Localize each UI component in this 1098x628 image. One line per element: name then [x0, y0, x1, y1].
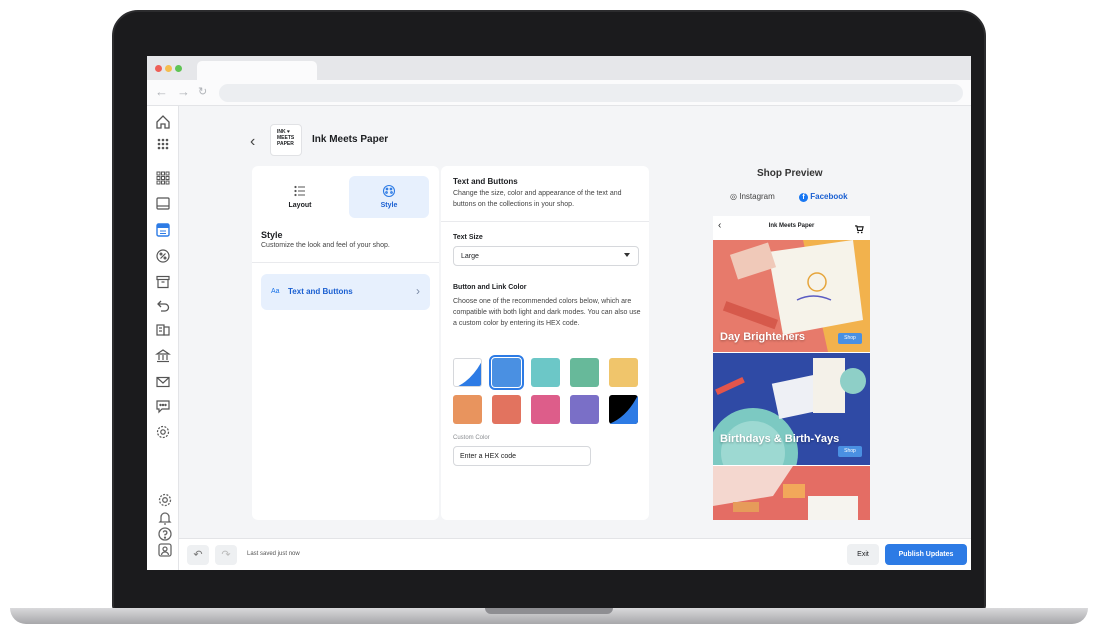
- tab-facebook-label: Facebook: [810, 192, 848, 201]
- instagram-icon: ◎: [730, 192, 737, 201]
- chevron-right-icon: ›: [416, 284, 420, 298]
- color-swatch[interactable]: [531, 395, 560, 424]
- cart-icon[interactable]: [855, 221, 864, 239]
- redo-button[interactable]: ↷: [215, 545, 237, 565]
- button-link-color-title: Button and Link Color: [453, 284, 527, 291]
- color-swatch[interactable]: [453, 358, 482, 387]
- profile-icon[interactable]: [157, 542, 172, 557]
- bell-icon[interactable]: [157, 510, 172, 525]
- text-size-select[interactable]: Large: [453, 246, 639, 266]
- settings-title: Text and Buttons: [453, 177, 518, 186]
- shop-name: Ink Meets Paper: [312, 134, 389, 145]
- bottom-bar: ↶ ↷ Last saved just now Exit Publish Upd…: [179, 538, 971, 570]
- return-icon[interactable]: [155, 298, 171, 314]
- forward-arrow-icon[interactable]: →: [177, 84, 190, 99]
- settings-description: Change the size, color and appearance of…: [453, 190, 622, 208]
- home-icon[interactable]: [155, 114, 171, 130]
- style-subtitle: Customize the look and feel of your shop…: [261, 242, 390, 249]
- tab-facebook[interactable]: f Facebook: [799, 192, 848, 202]
- hex-code-input[interactable]: Enter a HEX code: [453, 446, 591, 466]
- shop-button[interactable]: Shop: [838, 333, 862, 344]
- shop-button[interactable]: Shop: [838, 446, 862, 457]
- color-swatch[interactable]: [492, 395, 521, 424]
- tab-instagram-label: Instagram: [739, 192, 775, 201]
- color-swatch[interactable]: [453, 395, 482, 424]
- palette-icon: [382, 184, 396, 198]
- color-swatch[interactable]: [609, 395, 638, 424]
- help-icon[interactable]: [157, 526, 172, 541]
- tab-style-label: Style: [380, 202, 398, 209]
- tab-layout[interactable]: Layout: [260, 176, 340, 218]
- collection-tile[interactable]: [713, 466, 870, 520]
- layout-list-icon: [293, 184, 307, 198]
- documents-icon[interactable]: [155, 322, 171, 338]
- mail-icon[interactable]: [155, 374, 171, 390]
- tab-instagram[interactable]: ◎ Instagram: [730, 192, 775, 201]
- tab-style[interactable]: Style: [349, 176, 429, 218]
- color-swatch[interactable]: [531, 358, 560, 387]
- style-title: Style: [261, 230, 283, 240]
- settings-gear-icon[interactable]: [155, 424, 171, 440]
- text-and-buttons-item[interactable]: Aa Text and Buttons ›: [261, 274, 430, 310]
- style-panel: Layout Style Style Customize the look an…: [252, 166, 439, 520]
- browser-tab[interactable]: [197, 61, 317, 80]
- text-format-icon: Aa: [271, 288, 280, 295]
- zoom-window-button[interactable]: [175, 65, 182, 72]
- button-link-color-description: Choose one of the recommended colors bel…: [453, 298, 641, 327]
- back-arrow-icon[interactable]: ←: [155, 84, 168, 99]
- reload-icon[interactable]: ↻: [198, 85, 207, 98]
- color-swatch[interactable]: [609, 358, 638, 387]
- phone-title: Ink Meets Paper: [768, 223, 815, 229]
- shop-calendar-icon[interactable]: [155, 222, 171, 238]
- divider: [252, 262, 439, 263]
- phone-header: ‹ Ink Meets Paper: [713, 216, 870, 238]
- left-rail: [147, 106, 179, 570]
- laptop-notch: [485, 608, 613, 614]
- small-gear-icon[interactable]: [157, 492, 172, 507]
- collection-tile[interactable]: Day Brighteners Shop: [713, 240, 870, 352]
- text-buttons-settings: Text and Buttons Change the size, color …: [441, 166, 649, 520]
- caret-down-icon: [624, 253, 630, 257]
- layout-grid-icon[interactable]: [155, 170, 171, 186]
- tab-layout-label: Layout: [288, 202, 312, 209]
- back-chevron-icon[interactable]: ‹: [250, 133, 255, 151]
- color-swatch-selected[interactable]: [489, 355, 524, 390]
- monitor-icon[interactable]: [155, 196, 171, 212]
- facebook-icon: f: [799, 193, 808, 202]
- undo-button[interactable]: ↶: [187, 545, 209, 565]
- collection-title: Day Brighteners: [720, 331, 805, 343]
- browser-titlebar: [147, 56, 971, 80]
- shop-preview-title: Shop Preview: [757, 168, 823, 179]
- bank-icon[interactable]: [155, 348, 171, 364]
- close-window-button[interactable]: [155, 65, 162, 72]
- color-swatch[interactable]: [570, 358, 599, 387]
- text-and-buttons-label: Text and Buttons: [288, 287, 353, 296]
- custom-color-label: Custom Color: [453, 435, 490, 441]
- text-size-label: Text Size: [453, 234, 483, 241]
- collection-tile[interactable]: Birthdays & Birth-Yays Shop: [713, 353, 870, 498]
- browser-toolbar: ← → ↻: [147, 80, 971, 106]
- discount-icon[interactable]: [155, 248, 171, 264]
- collection-title: Birthdays & Birth-Yays: [720, 433, 840, 445]
- apps-grid-icon[interactable]: [155, 136, 171, 152]
- shop-logo: INK ♥ MEETS PAPER: [270, 124, 302, 156]
- publish-updates-button[interactable]: Publish Updates: [885, 544, 967, 565]
- archive-icon[interactable]: [155, 274, 171, 290]
- divider: [441, 221, 649, 222]
- color-swatch[interactable]: [570, 395, 599, 424]
- screen: ← → ↻ ‹ INK ♥ MEETS PAPER Ink Meets Pape…: [147, 56, 971, 570]
- text-size-value: Large: [461, 253, 479, 260]
- save-status: Last saved just now: [247, 551, 300, 557]
- chat-icon[interactable]: [155, 398, 171, 414]
- minimize-window-button[interactable]: [165, 65, 172, 72]
- phone-preview: ‹ Ink Meets Paper Day Brighteners Shop B…: [713, 216, 870, 520]
- collection-photo: [713, 466, 870, 520]
- exit-button[interactable]: Exit: [847, 544, 879, 565]
- address-bar[interactable]: [219, 84, 963, 102]
